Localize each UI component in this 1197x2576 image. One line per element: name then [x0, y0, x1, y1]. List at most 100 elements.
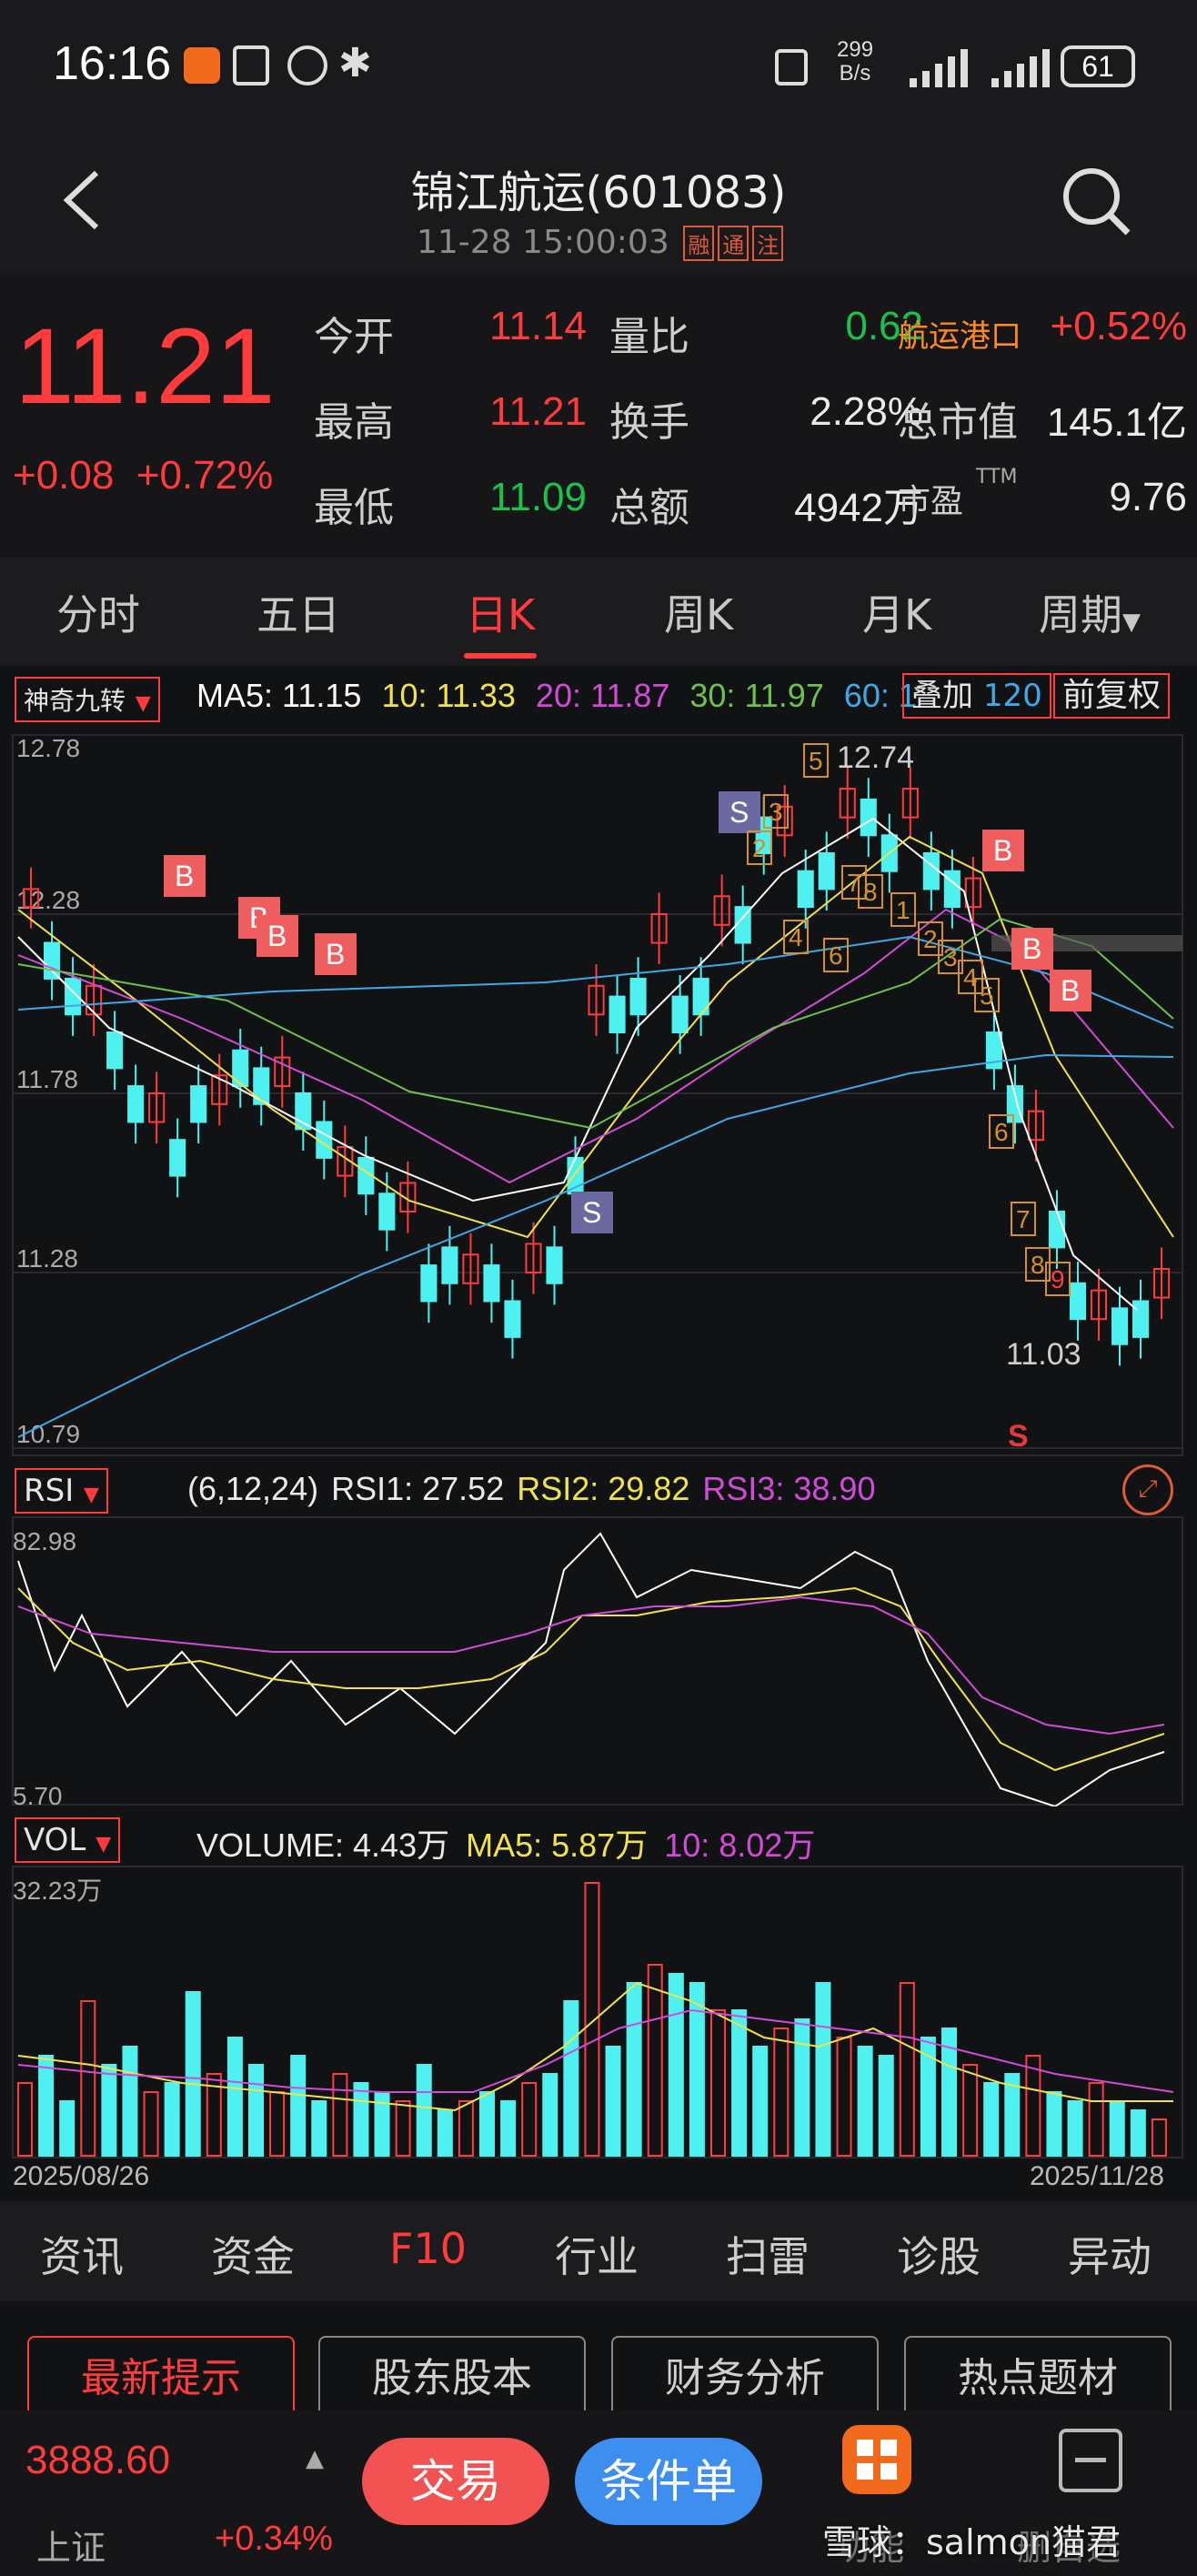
vol-select[interactable]: VOL ▼ — [15, 1817, 121, 1863]
tab-five-day[interactable]: 五日 — [256, 582, 340, 642]
volume-bar — [80, 2000, 96, 2157]
tab-news[interactable]: 资讯 — [40, 2224, 124, 2284]
net-speed: 299 B/s — [837, 37, 874, 86]
quote-row: 最高 11.21 换手 2.28% 总市值 145.1亿 — [314, 389, 1187, 446]
index-name: 上证 — [36, 2528, 106, 2568]
signal-text: B — [175, 860, 194, 892]
search-button[interactable] — [1055, 160, 1137, 242]
change-abs: +0.08 — [13, 453, 115, 498]
vol-ma5-value: MA5: 5.87万 — [466, 1826, 649, 1864]
signal-text: S — [582, 1196, 601, 1229]
signal-text: B — [326, 938, 345, 971]
trade-button[interactable]: 交易 — [362, 2438, 549, 2525]
signal-text: S — [729, 796, 749, 829]
tab-daily-k[interactable]: 日K — [466, 582, 535, 642]
active-tab-indicator — [464, 653, 537, 659]
kline-chart[interactable]: 12.7812.2811.7811.2810.7912.7411.03SBBBB… — [0, 728, 1197, 1464]
stat-value: 2.28% — [810, 389, 923, 434]
candle — [378, 1192, 396, 1231]
tab-abnormal[interactable]: 异动 — [1068, 2224, 1152, 2284]
tab-intraday[interactable]: 分时 — [56, 582, 140, 642]
volume-bar — [248, 2064, 265, 2157]
nine-turn-count: 6 — [829, 941, 843, 970]
financial-analysis-button[interactable]: 财务分析 — [611, 2336, 879, 2421]
delete-watchlist-icon[interactable] — [1059, 2429, 1122, 2492]
latest-tips-button[interactable]: 最新提示 — [27, 2336, 295, 2421]
conditional-order-button[interactable]: 条件单 — [575, 2438, 762, 2525]
watermark: 雪球：salmon猫君 — [822, 2522, 1121, 2562]
vol-legend: VOLUME: 4.43万 MA5: 5.87万 10: 8.02万 — [196, 1819, 815, 1867]
volume-bar — [353, 2082, 369, 2157]
expand-up-icon[interactable]: ▲ — [306, 2445, 324, 2472]
nine-turn-count: 3 — [943, 943, 958, 971]
expand-icon[interactable]: ⤢ — [1122, 1464, 1173, 1515]
hot-topics-button[interactable]: 热点题材 — [904, 2336, 1172, 2421]
rsi-y-bottom: 5.70 — [13, 1782, 63, 1806]
stat-value: 4942万 — [794, 486, 923, 530]
signal-text: B — [1061, 974, 1080, 1007]
adjust-button[interactable]: 前复权 — [1053, 673, 1171, 719]
tab-f10[interactable]: F10 — [389, 2224, 467, 2273]
overlay-button[interactable]: 叠加 120 — [902, 673, 1051, 719]
nine-turn-count: 5 — [980, 981, 994, 1010]
volume-bar — [458, 2100, 474, 2157]
tag-margin: 融 — [683, 226, 715, 261]
stat-value: 11.09 — [489, 475, 587, 519]
tab-weekly-k[interactable]: 周K — [664, 582, 733, 642]
rsi-legend: (6,12,24) RSI1: 27.52 RSI2: 29.82 RSI3: … — [187, 1470, 875, 1508]
nine-turn-count: 7 — [1016, 1205, 1031, 1233]
volume-bar — [164, 2082, 180, 2157]
indicator-select[interactable]: 神奇九转 ▼ — [15, 677, 160, 722]
candle — [483, 1264, 500, 1303]
rsi-line — [17, 1532, 1165, 1806]
datetime: 11-28 15:00:03 — [417, 224, 669, 261]
volume-bar — [1151, 2118, 1167, 2157]
volume-bar — [311, 2100, 327, 2157]
tab-period-label: 周期 — [1039, 590, 1122, 639]
quote-time: 11-28 15:00:03 融通注 — [417, 224, 784, 261]
volume-bar — [710, 2009, 727, 2157]
function-icon[interactable] — [842, 2425, 911, 2494]
tab-risk-scan[interactable]: 扫雷 — [726, 2224, 810, 2284]
rsi-select[interactable]: RSI ▼ — [15, 1468, 108, 1514]
stat-label: 换手 — [609, 399, 689, 446]
tab-industry[interactable]: 行业 — [555, 2224, 639, 2284]
rsi2-value: RSI2: 29.82 — [517, 1470, 690, 1507]
candle — [106, 1031, 124, 1070]
app-notification-icon — [184, 47, 220, 84]
volume-bar — [563, 2000, 579, 2157]
volume-chart[interactable]: 32.23万 2025/08/26 2025/11/28 — [0, 1865, 1197, 2201]
rsi-chart[interactable]: 82.98 5.70 — [0, 1515, 1197, 1806]
nfc-icon — [233, 45, 269, 86]
rsi3-value: RSI3: 38.90 — [702, 1470, 876, 1507]
tab-diagnose[interactable]: 诊股 — [897, 2224, 981, 2284]
tab-period[interactable]: 周期▼ — [1039, 582, 1141, 642]
volume-bar — [542, 2073, 558, 2157]
shareholders-button[interactable]: 股东股本 — [318, 2336, 586, 2421]
volume-bar — [731, 2009, 748, 2157]
candle — [546, 1246, 563, 1284]
dropdown-arrow-icon: ▼ — [84, 1484, 99, 1506]
candle — [797, 870, 814, 909]
date-end: 2025/11/28 — [1030, 2161, 1164, 2191]
candle — [420, 1264, 438, 1303]
volume-bar — [983, 2082, 1000, 2157]
volume-bar — [626, 1982, 642, 2157]
max-price-label: 12.74 — [837, 740, 914, 775]
index-value[interactable]: 3888.60 — [25, 2438, 170, 2483]
y-axis-label: 12.28 — [16, 886, 80, 914]
signal-text: B — [267, 920, 287, 952]
pe-ttm-label: TTM — [976, 466, 1018, 488]
tab-monthly-k[interactable]: 月K — [862, 582, 931, 642]
signal-icon — [910, 49, 968, 87]
tab-funds[interactable]: 资金 — [211, 2224, 295, 2284]
nine-turn-count: 8 — [863, 878, 878, 906]
volume-bar — [605, 2046, 621, 2157]
candle — [441, 1246, 458, 1284]
candle — [504, 1300, 521, 1338]
ma120-peek: 120 — [982, 678, 1042, 714]
indicator-select-value: 神奇九转 — [24, 686, 126, 716]
candle — [1069, 1282, 1087, 1321]
volume-bar — [1130, 2109, 1146, 2157]
candle — [190, 1085, 207, 1123]
